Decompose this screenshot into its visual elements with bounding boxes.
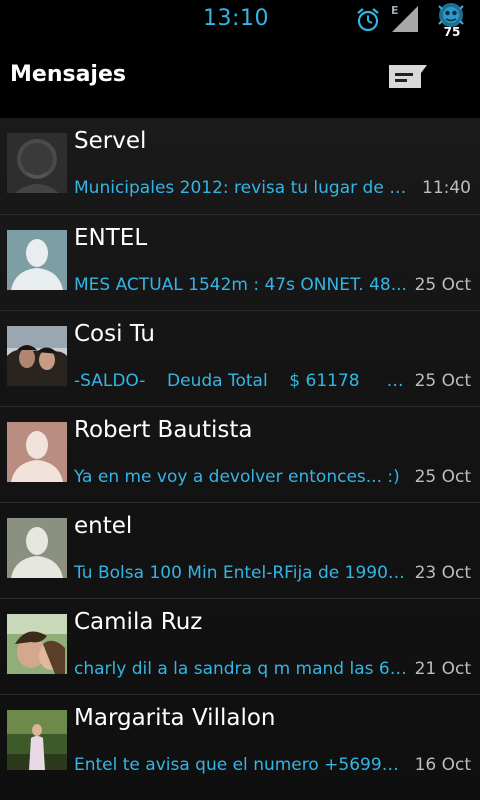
message-snippet: Entel te avisa que el numero +569977... xyxy=(74,755,408,775)
contact-name: Servel xyxy=(74,128,147,154)
contact-photo xyxy=(7,710,67,770)
contact-silhouette-icon xyxy=(7,422,67,482)
alarm-icon xyxy=(357,8,379,32)
contact-photo xyxy=(7,614,67,674)
status-bar: 13:10 E 75 xyxy=(0,0,480,42)
conversation-item[interactable]: Margarita Villalon Entel te avisa que el… xyxy=(0,694,480,790)
message-time: 23 Oct xyxy=(414,563,471,583)
contact-name: Margarita Villalon xyxy=(74,705,276,731)
page-title: Mensajes xyxy=(10,62,126,87)
message-snippet: Tu Bolsa 100 Min Entel-RFija de 1990 ... xyxy=(74,563,408,583)
message-snippet: MES ACTUAL 1542m : 47s ONNET. 48... xyxy=(74,275,407,295)
contact-name: Robert Bautista xyxy=(74,417,253,443)
action-bar: Mensajes xyxy=(0,42,480,118)
message-time: 25 Oct xyxy=(414,371,471,391)
message-time: 25 Oct xyxy=(414,275,471,295)
conversation-item[interactable]: entel Tu Bolsa 100 Min Entel-RFija de 19… xyxy=(0,502,480,598)
message-snippet: Ya en me voy a devolver entonces... :) xyxy=(74,467,400,487)
contact-silhouette-icon xyxy=(7,230,67,290)
conversation-item[interactable]: ENTEL MES ACTUAL 1542m : 47s ONNET. 48..… xyxy=(0,214,480,310)
conversation-item[interactable]: Servel Municipales 2012: revisa tu lugar… xyxy=(0,118,480,214)
conversation-item[interactable]: Camila Ruz charly dil a la sandra q m ma… xyxy=(0,598,480,694)
message-time: 16 Oct xyxy=(414,755,471,775)
contact-name: ENTEL xyxy=(74,225,148,251)
compose-message-icon[interactable] xyxy=(388,64,428,90)
message-time: 11:40 xyxy=(422,178,471,198)
message-snippet: -SALDO- Deuda Total $ 61178 ... xyxy=(74,371,408,391)
message-time: 21 Oct xyxy=(414,659,471,679)
message-time: 25 Oct xyxy=(414,467,471,487)
message-snippet: charly dil a la sandra q m mand las 66 .… xyxy=(74,659,408,679)
network-type-label: E xyxy=(391,4,399,17)
contact-photo xyxy=(7,326,67,386)
conversation-list: Servel Municipales 2012: revisa tu lugar… xyxy=(0,118,480,800)
message-snippet: Municipales 2012: revisa tu lugar de vo.… xyxy=(74,178,408,198)
conversation-item[interactable]: Robert Bautista Ya en me voy a devolver … xyxy=(0,406,480,502)
battery-level-text: 75 xyxy=(443,25,461,39)
contact-name: Camila Ruz xyxy=(74,609,203,635)
conversation-item[interactable]: Cosi Tu -SALDO- Deuda Total $ 61178 ... … xyxy=(0,310,480,406)
default-contact-icon xyxy=(7,133,67,193)
contact-name: Cosi Tu xyxy=(74,321,155,347)
contact-silhouette-icon xyxy=(7,518,67,578)
contact-name: entel xyxy=(74,513,133,539)
